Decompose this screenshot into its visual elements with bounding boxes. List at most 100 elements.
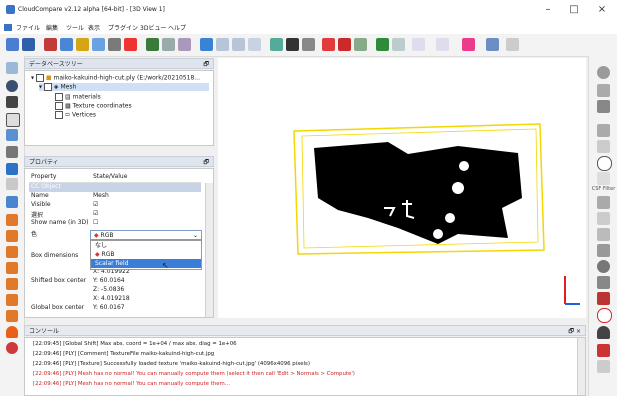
view-left-icon[interactable] bbox=[6, 246, 18, 258]
menu-3dview[interactable]: 3Dビュー bbox=[140, 23, 166, 32]
m3c2-icon[interactable] bbox=[597, 140, 610, 153]
segment-icon[interactable] bbox=[108, 38, 121, 51]
view-right-icon[interactable] bbox=[6, 278, 18, 290]
display-icon[interactable] bbox=[486, 38, 499, 51]
sf-rgb-icon[interactable] bbox=[436, 38, 449, 51]
compass-icon[interactable] bbox=[597, 66, 610, 79]
rgb-sf-icon[interactable] bbox=[412, 38, 425, 51]
cloud-distance-icon[interactable] bbox=[248, 38, 261, 51]
prop-row-visible[interactable]: Visible ☑ bbox=[29, 201, 201, 210]
properties-title: プロパティ bbox=[29, 159, 59, 166]
picking-icon[interactable] bbox=[322, 38, 335, 51]
pcl-icon[interactable] bbox=[597, 276, 610, 289]
shade-icon[interactable] bbox=[597, 292, 610, 305]
light-icon[interactable] bbox=[6, 342, 18, 354]
close-button[interactable]: × bbox=[592, 3, 612, 17]
prop-row-selected[interactable]: 選択 ☑ bbox=[29, 210, 201, 219]
mesh-checkbox[interactable] bbox=[43, 83, 52, 91]
camera-icon[interactable] bbox=[6, 80, 18, 92]
subsample-icon[interactable] bbox=[162, 38, 175, 51]
scalar-field-icon[interactable] bbox=[392, 38, 405, 51]
prop-row-show-name[interactable]: Show name (in 3D) ☐ bbox=[29, 219, 201, 228]
orient-icon[interactable] bbox=[6, 146, 18, 158]
properties-close-icon[interactable]: 🗗 bbox=[203, 157, 209, 168]
console-icon[interactable] bbox=[597, 326, 610, 339]
crosshair-icon[interactable] bbox=[6, 113, 20, 127]
option-scalar-field[interactable]: Scalar field bbox=[91, 259, 201, 268]
menu-display[interactable]: 表示 bbox=[88, 23, 100, 32]
delete-icon[interactable] bbox=[124, 38, 137, 51]
maximize-button[interactable]: □ bbox=[564, 3, 584, 17]
open-icon[interactable] bbox=[6, 38, 19, 51]
properties-scrollbar[interactable] bbox=[205, 183, 213, 317]
console-close-icon[interactable]: 🗗 × bbox=[568, 326, 581, 337]
db-tree-title: データベースツリー bbox=[29, 61, 83, 68]
view-top-icon[interactable] bbox=[6, 214, 18, 226]
tree-item-materials[interactable]: ▤ materials bbox=[55, 93, 101, 101]
transform-icon[interactable] bbox=[76, 38, 89, 51]
error-icon[interactable] bbox=[597, 344, 610, 357]
align-icon[interactable] bbox=[92, 38, 105, 51]
menu-tools[interactable]: ツール bbox=[66, 23, 84, 32]
minimize-button[interactable]: – bbox=[538, 3, 558, 17]
canupo-icon[interactable] bbox=[597, 124, 610, 137]
hough-icon[interactable] bbox=[597, 228, 610, 241]
facets-icon[interactable] bbox=[597, 156, 612, 171]
sample-icon[interactable] bbox=[146, 38, 159, 51]
menu-edit[interactable]: 編集 bbox=[46, 23, 58, 32]
option-none[interactable]: なし bbox=[91, 241, 201, 250]
view-iso2-icon[interactable] bbox=[6, 326, 18, 338]
csf-filter-icon[interactable] bbox=[597, 172, 610, 185]
save-icon[interactable] bbox=[22, 38, 35, 51]
more-icon[interactable] bbox=[506, 38, 519, 51]
sphere-icon[interactable] bbox=[597, 260, 610, 273]
tree-item-root[interactable]: ▾ ■ maiko-kakuind-high-cut.ply (E:/work/… bbox=[31, 74, 200, 82]
noise-icon[interactable] bbox=[178, 38, 191, 51]
animation-icon[interactable] bbox=[597, 212, 610, 225]
cork-icon[interactable] bbox=[597, 196, 610, 209]
tree-item-vertices[interactable]: ⬭ Vertices bbox=[55, 111, 96, 120]
vertices-checkbox[interactable] bbox=[55, 111, 63, 119]
dock-icon[interactable] bbox=[597, 360, 610, 373]
view-bottom-icon[interactable] bbox=[6, 294, 18, 306]
center-icon[interactable] bbox=[6, 129, 18, 141]
distance-icon[interactable] bbox=[216, 38, 229, 51]
ransac-icon[interactable] bbox=[597, 84, 610, 97]
fullscreen-icon[interactable] bbox=[6, 62, 18, 74]
db-tree-close-icon[interactable]: 🗗 bbox=[203, 59, 209, 70]
console-scrollbar[interactable] bbox=[577, 338, 585, 395]
menu-plugins[interactable]: プラグイン bbox=[108, 23, 138, 32]
view-front-icon[interactable] bbox=[6, 230, 18, 242]
clone-icon[interactable] bbox=[44, 38, 57, 51]
menu-help[interactable]: ヘルプ bbox=[168, 23, 186, 32]
tree-item-texcoords[interactable]: ▦ Texture coordinates bbox=[55, 102, 132, 110]
pivot-icon[interactable] bbox=[6, 96, 18, 108]
tree-item-mesh[interactable]: ▾ ◈ Mesh bbox=[39, 83, 209, 91]
poisson-icon[interactable] bbox=[597, 244, 610, 257]
zoom-all-icon[interactable] bbox=[6, 163, 18, 175]
pointpick-icon[interactable] bbox=[338, 38, 351, 51]
sf-gradient-icon[interactable] bbox=[462, 38, 475, 51]
option-rgb[interactable]: ◆ RGB bbox=[91, 250, 201, 259]
color-combo[interactable]: ◆ RGB ⌄ bbox=[90, 230, 202, 240]
texcoords-checkbox[interactable] bbox=[55, 102, 63, 110]
view-iso1-icon[interactable] bbox=[6, 310, 18, 322]
materials-checkbox[interactable] bbox=[55, 93, 63, 101]
sor-icon[interactable] bbox=[286, 38, 299, 51]
menu-file[interactable]: ファイル bbox=[16, 23, 40, 32]
view-back-icon[interactable] bbox=[6, 262, 18, 274]
sor-filter-icon[interactable] bbox=[302, 38, 315, 51]
histogram-icon[interactable] bbox=[376, 38, 389, 51]
normals-icon[interactable] bbox=[200, 38, 213, 51]
label-icon[interactable] bbox=[354, 38, 367, 51]
zoom-icon[interactable] bbox=[6, 196, 18, 208]
3d-scene[interactable] bbox=[218, 58, 586, 318]
ellipse-icon[interactable] bbox=[597, 308, 612, 323]
3d-view[interactable] bbox=[218, 58, 586, 318]
perspective-icon[interactable] bbox=[6, 178, 18, 190]
density-icon[interactable] bbox=[270, 38, 283, 51]
mesh-distance-icon[interactable] bbox=[232, 38, 245, 51]
merge-icon[interactable] bbox=[60, 38, 73, 51]
root-checkbox[interactable] bbox=[35, 74, 44, 82]
qhpr-icon[interactable] bbox=[597, 100, 610, 113]
